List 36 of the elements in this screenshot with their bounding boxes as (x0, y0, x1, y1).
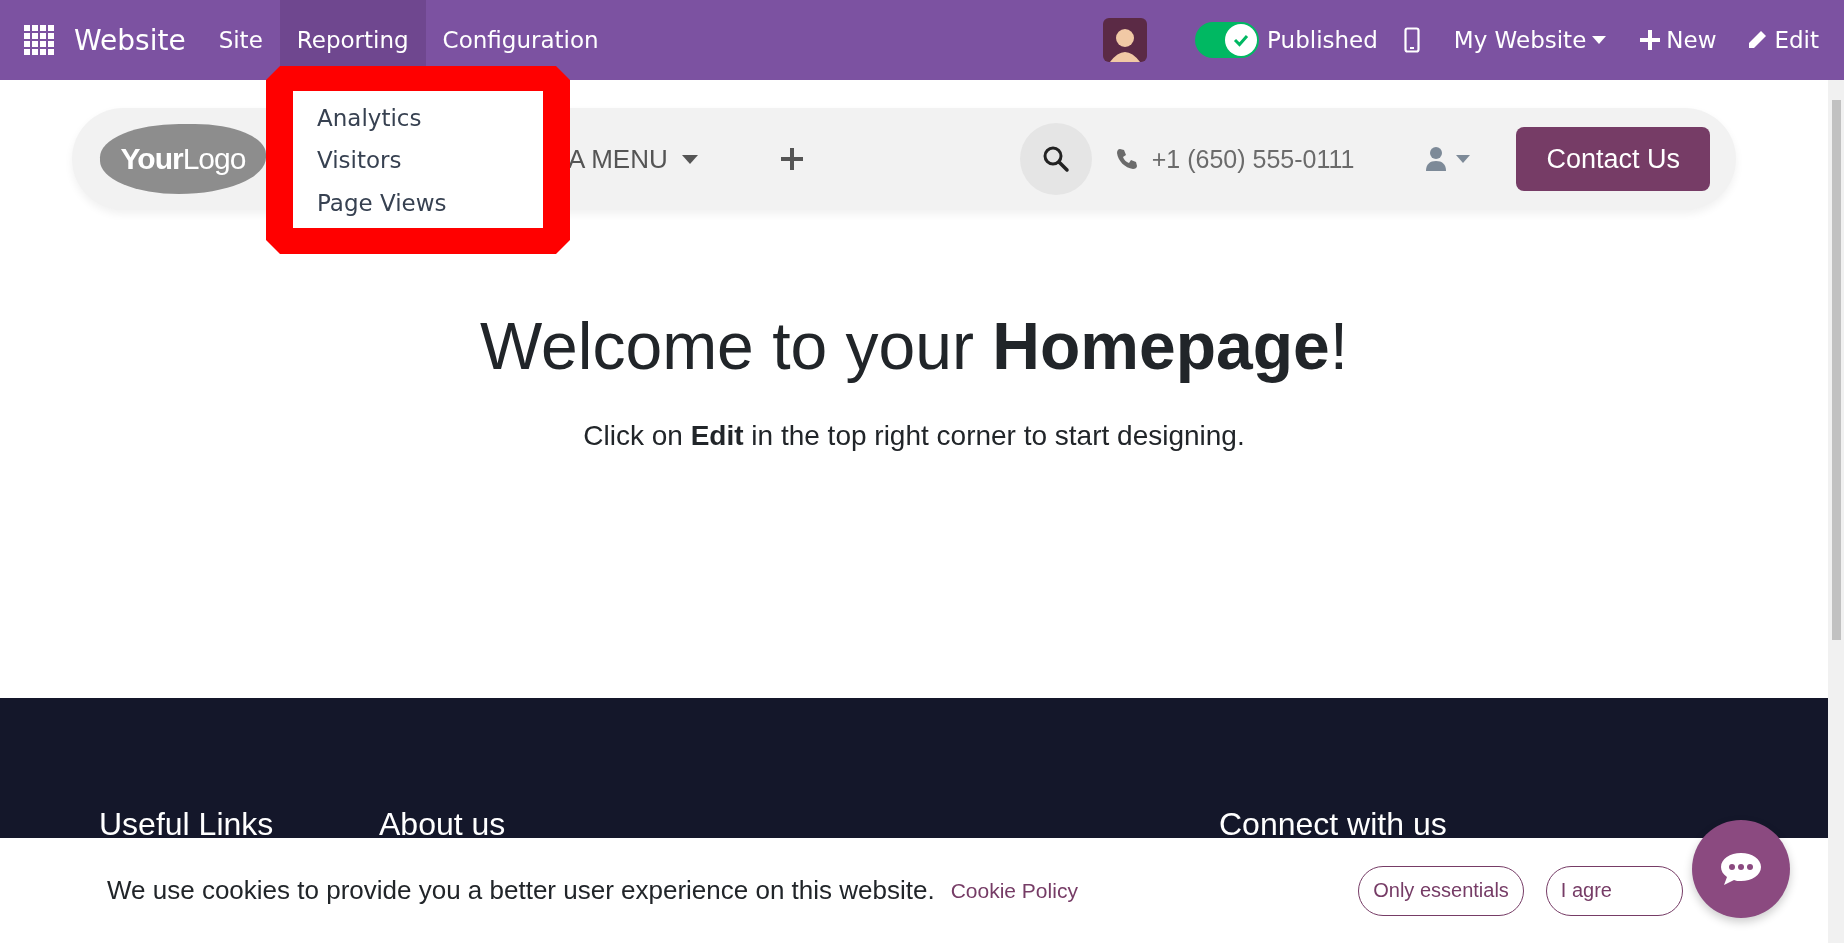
top-menu-tab[interactable]: Site (201, 0, 280, 80)
plus-icon (1640, 30, 1661, 50)
menu-item[interactable]: Analytics (293, 101, 543, 144)
new-button[interactable]: New (1640, 27, 1717, 53)
mobile-preview-icon[interactable] (1403, 27, 1420, 53)
account-menu[interactable] (1426, 147, 1471, 171)
caret-icon (681, 154, 698, 164)
cookie-button[interactable]: Only essentials (1358, 865, 1524, 916)
scrollbar[interactable] (1828, 80, 1844, 943)
cookie-policy-link[interactable]: Cookie Policy (950, 878, 1078, 903)
footer-heading: About us (379, 806, 506, 842)
menu-item[interactable]: Visitors (293, 143, 543, 186)
hero-title: Welcome to your Homepage! (479, 308, 1349, 384)
scrollbar-thumb[interactable] (1831, 100, 1841, 640)
edit-button[interactable]: Edit (1746, 27, 1819, 53)
search-icon (1041, 145, 1070, 173)
caret-icon (1592, 36, 1607, 44)
contact-us-button[interactable]: Contact Us (1516, 127, 1710, 191)
website-switcher[interactable]: My Website (1453, 27, 1607, 53)
footer-heading: Useful Links (99, 806, 274, 842)
footer-heading: Connect with us (1219, 806, 1447, 842)
apps-menu-icon[interactable] (24, 25, 54, 55)
caret-icon (1456, 155, 1471, 163)
phone-icon (1115, 148, 1138, 170)
menu-item[interactable]: Page Views (293, 185, 543, 228)
app-name[interactable]: Website (74, 23, 186, 57)
cookie-button[interactable]: I agre (1545, 865, 1683, 916)
speech-bubble-icon (1719, 851, 1763, 887)
hero-subtitle: Click on Edit in the top right corner to start designing. (583, 420, 1245, 452)
publish-toggle[interactable] (1195, 22, 1260, 58)
add-icon[interactable] (780, 148, 803, 170)
avatar[interactable] (1103, 18, 1148, 62)
publish-label: Published (1267, 27, 1378, 53)
phone-number[interactable]: +1 (650) 555-0111 (1151, 144, 1355, 174)
pencil-icon (1746, 29, 1769, 51)
cookie-message: We use cookies to provide you a better user experience on this website. (107, 875, 935, 906)
